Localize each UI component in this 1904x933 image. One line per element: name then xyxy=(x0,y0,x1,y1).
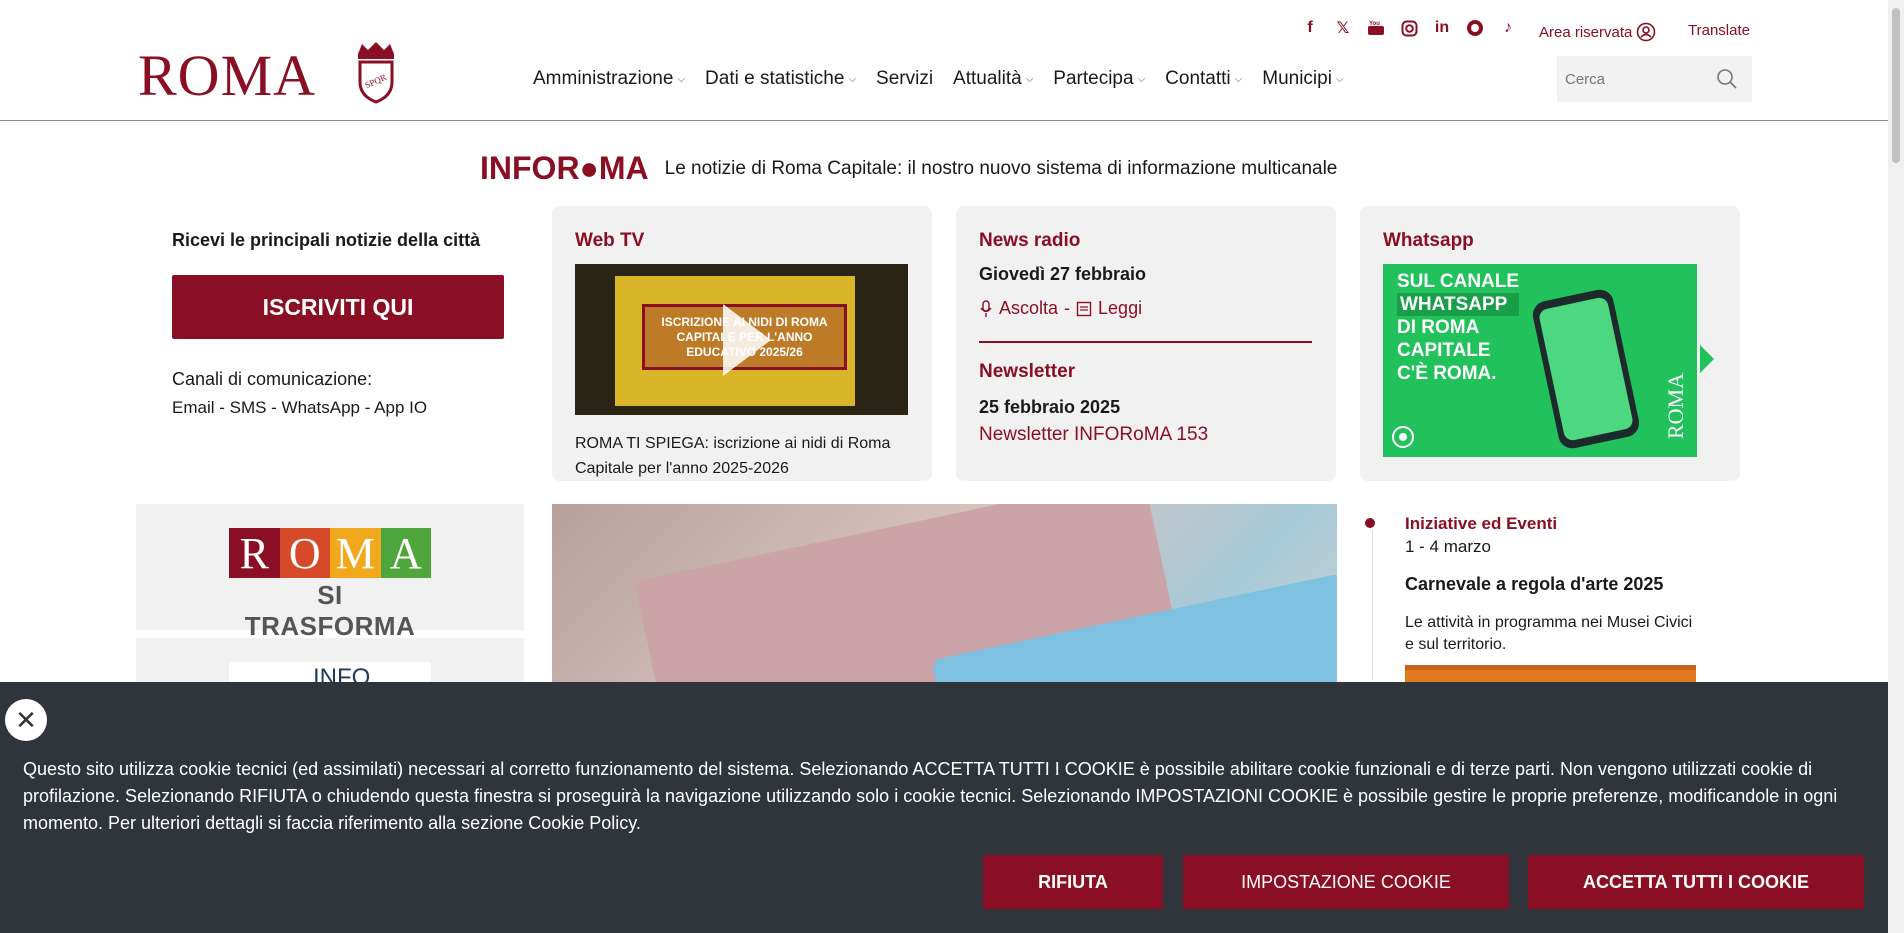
reject-button[interactable]: RIFIUTA xyxy=(983,855,1163,909)
webtv-caption-link[interactable]: ROMA TI SPIEGA: iscrizione ai nidi di Ro… xyxy=(575,431,909,481)
leggi-link[interactable]: Leggi xyxy=(1098,298,1142,319)
whatsapp-icon xyxy=(1392,426,1414,448)
whatsapp-banner-text: SUL CANALE WHATSAPP DI ROMA CAPITALE C'È… xyxy=(1397,271,1520,384)
social-links: f 𝕏 You in ♪ xyxy=(1300,18,1518,38)
webtv-video-player[interactable]: ISCRIZIONE AI NIDI DI ROMA CAPITALE PER … xyxy=(575,264,908,415)
subscribe-button[interactable]: ISCRIVITI QUI xyxy=(172,275,504,339)
whatsapp-icon[interactable] xyxy=(1465,18,1485,38)
whatsapp-banner[interactable]: SUL CANALE WHATSAPP DI ROMA CAPITALE C'È… xyxy=(1383,264,1697,457)
separator: - xyxy=(1064,298,1071,318)
nav-partecipa[interactable]: Partecipa ⌵ xyxy=(1053,68,1145,90)
site-header: ROMA SPQR f 𝕏 You in ♪ Area riservata Tr… xyxy=(0,0,1888,121)
timeline-dot xyxy=(1365,518,1375,528)
tiktok-icon[interactable]: ♪ xyxy=(1498,18,1518,38)
timeline-line xyxy=(1372,530,1373,680)
main-nav: Amministrazione ⌵ Dati e statistiche ⌵ Ser… xyxy=(533,68,1364,90)
subscribe-title: Ricevi le principali notizie della città xyxy=(172,230,481,250)
inforoma-logo: INFOR●MA xyxy=(480,150,649,186)
chevron-down-icon: ⌵ xyxy=(677,73,686,85)
event-title[interactable]: Carnevale a regola d'arte 2025 xyxy=(1405,574,1663,595)
close-icon[interactable]: ✕ xyxy=(5,699,47,741)
news-links: Ascolta - Leggi xyxy=(979,298,1313,319)
cookie-banner: ✕ Questo sito utilizza cookie tecnici (e… xyxy=(0,682,1888,933)
news-radio-card: News radio Giovedì 27 febbraio Ascolta -… xyxy=(956,206,1336,481)
event-date: 1 - 4 marzo xyxy=(1405,537,1491,556)
nav-municipi[interactable]: Municipi ⌵ xyxy=(1262,68,1343,90)
chevron-down-icon: ⌵ xyxy=(848,73,857,85)
channels-list: Email - SMS - WhatsApp - App IO xyxy=(172,398,428,417)
crest-icon: SPQR xyxy=(358,42,395,104)
scroll-thumb[interactable] xyxy=(1892,8,1900,163)
chevron-down-icon: ⌵ xyxy=(1234,73,1243,85)
svg-text:You: You xyxy=(1369,21,1380,27)
instagram-icon[interactable] xyxy=(1399,18,1419,38)
channels-label: Canali di comunicazione: xyxy=(172,369,373,389)
area-riservata-label: Area riservata xyxy=(1539,23,1633,41)
document-icon xyxy=(1076,301,1092,316)
microphone-icon xyxy=(980,299,992,317)
roma-logo[interactable]: ROMA SPQR xyxy=(138,42,400,108)
linkedin-icon[interactable]: in xyxy=(1432,18,1452,38)
subscribe-panel: Ricevi le principali notizie della città… xyxy=(172,230,504,418)
carousel-arrow-icon[interactable] xyxy=(1700,345,1714,373)
area-riservata-link[interactable]: Area riservata xyxy=(1539,22,1656,42)
accept-all-button[interactable]: ACCETTA TUTTI I COOKIE xyxy=(1528,855,1864,909)
inforoma-banner[interactable]: INFOR●MA Le notizie di Roma Capitale: il… xyxy=(480,150,1337,187)
chevron-down-icon: ⌵ xyxy=(1335,73,1344,85)
webtv-title: Web TV xyxy=(575,230,645,251)
event-description: Le attività in programma nei Musei Civic… xyxy=(1405,614,1693,653)
whatsapp-title: Whatsapp xyxy=(1383,230,1474,251)
event-category[interactable]: Iniziative ed Eventi xyxy=(1405,514,1557,534)
banner-roma-text: ROMA xyxy=(1663,372,1688,439)
inforoma-tagline: Le notizie di Roma Capitale: il nostro n… xyxy=(664,157,1338,179)
nav-servizi[interactable]: Servizi xyxy=(876,68,933,90)
play-icon[interactable] xyxy=(723,304,771,376)
chevron-down-icon: ⌵ xyxy=(1137,73,1146,85)
newsletter-date: 25 febbraio 2025 xyxy=(979,397,1121,417)
nav-dati-statistiche[interactable]: Dati e statistiche ⌵ xyxy=(705,68,856,90)
cookie-text: Questo sito utilizza cookie tecnici (ed … xyxy=(23,759,1838,833)
translate-link[interactable]: Translate xyxy=(1688,22,1750,39)
ascolta-link[interactable]: Ascolta xyxy=(999,298,1058,319)
youtube-icon[interactable]: You xyxy=(1366,18,1386,38)
facebook-icon[interactable]: f xyxy=(1300,18,1320,38)
news-radio-title: News radio xyxy=(979,230,1081,251)
whatsapp-card: Whatsapp SUL CANALE WHATSAPP DI ROMA CAP… xyxy=(1360,206,1740,481)
search-box xyxy=(1557,56,1752,102)
chevron-down-icon: ⌵ xyxy=(1025,73,1034,85)
news-date: Giovedì 27 febbraio xyxy=(979,264,1147,284)
newsletter-title: Newsletter xyxy=(979,361,1076,382)
roma-si-trasforma-banner[interactable]: R O M A SI TRASFORMA xyxy=(136,504,524,641)
divider xyxy=(979,341,1312,343)
cookie-settings-button[interactable]: IMPOSTAZIONE COOKIE xyxy=(1183,855,1509,909)
nav-contatti[interactable]: Contatti ⌵ xyxy=(1165,68,1242,90)
nav-attualita[interactable]: Attualità ⌵ xyxy=(953,68,1033,90)
webtv-card: Web TV ISCRIZIONE AI NIDI DI ROMA CAPITA… xyxy=(552,206,932,481)
logo-text: ROMA xyxy=(138,43,317,108)
nav-amministrazione[interactable]: Amministrazione ⌵ xyxy=(533,68,685,90)
phone-illustration xyxy=(1530,287,1642,451)
roma-si-trasforma-logo: R O M A SI TRASFORMA xyxy=(229,528,431,642)
scrollbar[interactable] xyxy=(1888,0,1904,933)
svg-text:SPQR: SPQR xyxy=(363,72,388,91)
newsletter-link[interactable]: Newsletter INFORoMA 153 xyxy=(979,424,1313,446)
x-icon[interactable]: 𝕏 xyxy=(1333,18,1353,38)
search-input[interactable] xyxy=(1565,70,1705,88)
user-icon xyxy=(1637,22,1656,42)
search-icon[interactable] xyxy=(1716,68,1738,90)
